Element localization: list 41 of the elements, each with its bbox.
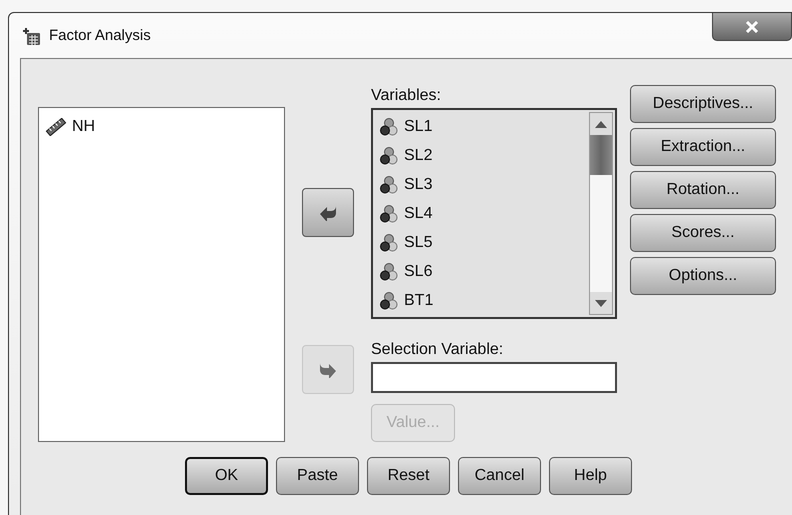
dialog-button[interactable]: Scores...	[630, 214, 776, 252]
scroll-thumb[interactable]	[590, 135, 612, 175]
three-balls-icon	[379, 232, 399, 252]
dialog-button[interactable]: Options...	[630, 257, 776, 295]
scroll-up-icon[interactable]	[595, 120, 607, 128]
source-variable-list[interactable]: NH	[38, 107, 285, 442]
curved-arrow-left-icon	[319, 204, 337, 220]
table-icon	[21, 26, 41, 46]
dialog-button[interactable]: Paste	[276, 457, 359, 495]
three-balls-icon	[379, 204, 399, 224]
dialog-button[interactable]: Cancel	[458, 457, 541, 495]
dialog-button[interactable]: Rotation...	[630, 171, 776, 209]
variables-label: Variables:	[371, 87, 441, 106]
dialog-button[interactable]: Help	[549, 457, 632, 495]
dialog-button[interactable]: Descriptives...	[630, 85, 776, 123]
list-item[interactable]: SL2	[404, 146, 432, 164]
move-button[interactable]	[302, 188, 354, 237]
three-balls-icon	[379, 146, 399, 166]
three-balls-icon	[379, 116, 399, 136]
curved-arrow-right-icon	[319, 362, 337, 378]
scrollbar[interactable]	[589, 112, 613, 315]
dialog-button[interactable]: Extraction...	[630, 128, 776, 166]
dialog-button[interactable]: OK	[185, 457, 268, 495]
list-item[interactable]: BT1	[404, 292, 434, 310]
list-item[interactable]: SL1	[404, 118, 432, 136]
list-item[interactable]: SL3	[404, 176, 432, 194]
close-icon	[745, 20, 759, 32]
close-button[interactable]	[712, 13, 792, 41]
list-item[interactable]: SL6	[404, 262, 432, 280]
selection-variable-label: Selection Variable:	[371, 341, 504, 360]
three-balls-icon	[379, 290, 399, 310]
list-item[interactable]: SL5	[404, 234, 432, 252]
dialog-button[interactable]: Reset	[367, 457, 450, 495]
three-balls-icon	[379, 174, 399, 194]
variables-list[interactable]: SL1 SL2 SL3 SL4 SL5 SL6 BT1	[371, 108, 617, 319]
three-balls-icon	[379, 262, 399, 282]
list-item[interactable]: SL4	[404, 204, 432, 222]
scroll-down-icon[interactable]	[595, 300, 607, 306]
list-item[interactable]: NH	[72, 118, 96, 136]
window-title: Factor Analysis	[49, 27, 151, 44]
selection-variable-field[interactable]	[371, 362, 617, 393]
